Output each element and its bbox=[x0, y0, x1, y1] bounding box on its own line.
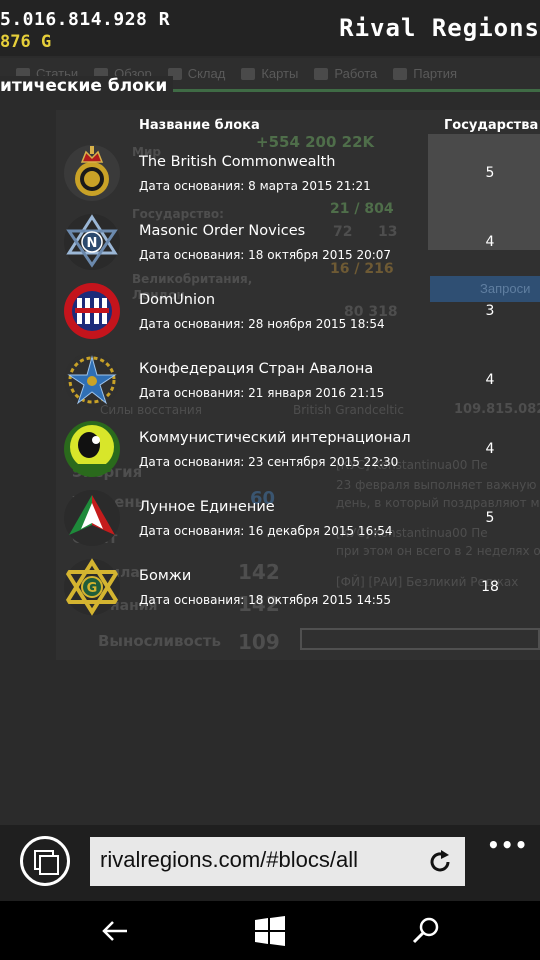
bloc-row[interactable]: The British Commonwealth Дата основания:… bbox=[0, 142, 540, 211]
gold-balance: 876 G bbox=[0, 32, 52, 52]
bg-stat-label: Выносливость bbox=[98, 632, 221, 650]
nav-label: Карты bbox=[261, 66, 299, 81]
nav-item-work[interactable]: Работа bbox=[314, 66, 377, 81]
url-text[interactable]: rivalregions.com/#blocs/all bbox=[100, 847, 358, 873]
nav-item-storage[interactable]: Склад bbox=[167, 66, 226, 81]
maps-icon bbox=[241, 67, 256, 80]
bloc-date: Дата основания: 21 января 2016 21:15 bbox=[139, 386, 385, 400]
bloc-row[interactable]: N Masonic Order Novices Дата основания: … bbox=[0, 211, 540, 280]
windows-start-icon[interactable] bbox=[252, 913, 288, 949]
system-nav-bar bbox=[0, 901, 540, 960]
bloc-state-count: 4 bbox=[485, 372, 495, 388]
browser-bar: rivalregions.com/#blocs/all ••• bbox=[0, 825, 540, 901]
more-options-button[interactable]: ••• bbox=[487, 833, 528, 857]
bloc-date: Дата основания: 8 марта 2015 21:21 bbox=[139, 179, 371, 193]
bloc-date: Дата основания: 28 ноября 2015 18:54 bbox=[139, 317, 385, 331]
reload-icon[interactable] bbox=[427, 849, 453, 875]
bloc-row[interactable]: Конфедерация Стран Авалона Дата основани… bbox=[0, 349, 540, 418]
bloc-date: Дата основания: 23 сентября 2015 22:30 bbox=[139, 455, 399, 469]
bloc-row[interactable]: Коммунистический интернационал Дата осно… bbox=[0, 418, 540, 487]
nav-item-maps[interactable]: Карты bbox=[241, 66, 298, 81]
nav-label: Работа bbox=[334, 66, 378, 81]
page-title: итические блоки bbox=[0, 76, 174, 96]
bloc-state-count: 18 bbox=[481, 579, 499, 595]
svg-text:N: N bbox=[87, 236, 98, 251]
column-header-states[interactable]: Государства bbox=[444, 118, 538, 133]
bloc-row[interactable]: G Бомжи Дата основания: 18 октября 2015 … bbox=[0, 556, 540, 625]
bloc-date: Дата основания: 18 октября 2015 20:07 bbox=[139, 248, 392, 262]
work-icon bbox=[314, 67, 329, 80]
domunion-emblem-icon bbox=[64, 283, 120, 339]
communist-emblem-icon bbox=[64, 421, 120, 477]
bloc-name[interactable]: The British Commonwealth bbox=[139, 154, 335, 170]
app-logo[interactable]: Rival Regions bbox=[339, 14, 540, 42]
party-icon bbox=[393, 67, 408, 80]
bloc-name[interactable]: DomUnion bbox=[139, 292, 215, 308]
bloc-date: Дата основания: 18 октября 2015 14:55 bbox=[139, 593, 392, 607]
column-header-name[interactable]: Название блока bbox=[139, 118, 260, 133]
arrow-emblem-icon bbox=[64, 490, 120, 546]
nav-label: Партия bbox=[413, 66, 458, 81]
bloc-row[interactable]: Лунное Единение Дата основания: 16 декаб… bbox=[0, 487, 540, 556]
bloc-name[interactable]: Лунное Единение bbox=[139, 499, 275, 515]
masonic-emblem-icon: N bbox=[64, 214, 120, 270]
search-icon[interactable] bbox=[408, 913, 444, 949]
back-arrow-icon[interactable] bbox=[97, 913, 133, 949]
bloc-date: Дата основания: 16 декабря 2015 16:54 bbox=[139, 524, 393, 538]
bg-progress-bar bbox=[300, 628, 540, 650]
bloc-row[interactable]: DomUnion Дата основания: 28 ноября 2015 … bbox=[0, 280, 540, 349]
bloc-state-count: 5 bbox=[485, 510, 495, 526]
nav-label: Склад bbox=[187, 66, 226, 81]
address-bar[interactable]: rivalregions.com/#blocs/all bbox=[90, 837, 465, 886]
bloc-state-count: 4 bbox=[485, 234, 495, 250]
nav-item-party[interactable]: Партия bbox=[393, 66, 457, 81]
svg-text:G: G bbox=[87, 581, 98, 596]
bloc-state-count: 4 bbox=[485, 441, 495, 457]
bloc-name[interactable]: Бомжи bbox=[139, 568, 191, 584]
tabs-button[interactable] bbox=[20, 836, 70, 886]
compass-emblem-icon: G bbox=[63, 558, 121, 616]
bloc-state-count: 3 bbox=[485, 303, 495, 319]
bloc-name[interactable]: Коммунистический интернационал bbox=[139, 430, 411, 446]
crown-emblem-icon bbox=[64, 145, 120, 201]
star-emblem-icon bbox=[64, 352, 120, 408]
bloc-name[interactable]: Конфедерация Стран Авалона bbox=[139, 361, 373, 377]
game-header: 5.016.814.928 R 876 G Rival Regions bbox=[0, 0, 540, 56]
bg-stat: 109 bbox=[238, 630, 280, 654]
money-balance: 5.016.814.928 R bbox=[0, 9, 171, 30]
tabs-icon-front bbox=[39, 855, 59, 875]
bloc-name[interactable]: Masonic Order Novices bbox=[139, 223, 305, 239]
bloc-state-count: 5 bbox=[485, 165, 495, 181]
